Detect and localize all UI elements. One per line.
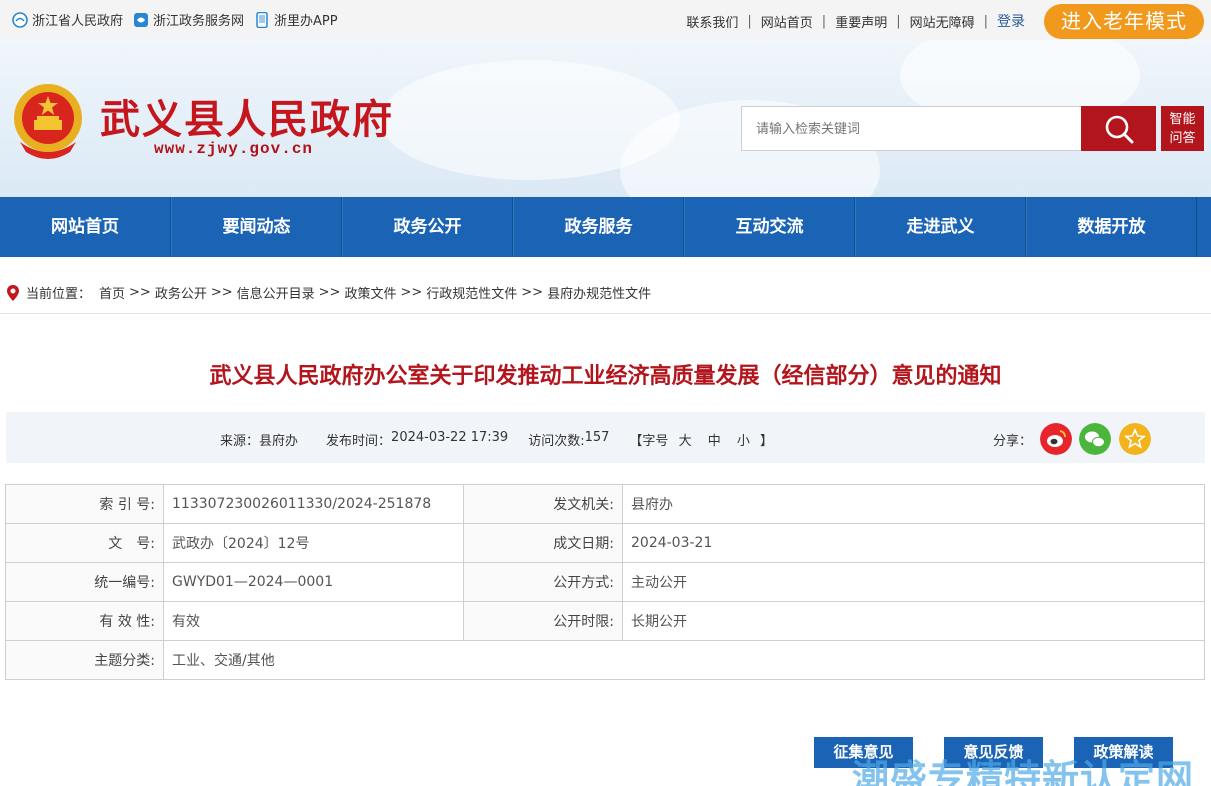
breadcrumb-item-home[interactable]: 首页 <box>99 283 125 302</box>
article-meta-bar: 来源： 县府办 发布时间： 2024-03-22 17:39 访问次数: 157… <box>6 412 1205 463</box>
site-title: 武义县人民政府 <box>100 96 394 143</box>
share-label: 分享： <box>993 434 1033 449</box>
font-size-control: 【字号 大 中 小 】 <box>629 430 773 449</box>
breadcrumb-item-normative[interactable]: 行政规范性文件 <box>426 283 517 302</box>
link-contact[interactable]: 联系我们 <box>686 12 738 31</box>
breadcrumb-item-policy[interactable]: 政策文件 <box>344 283 396 302</box>
separator: | <box>747 13 752 29</box>
uid-value: GWYD01—2024—0001 <box>163 562 464 602</box>
visits-value: 157 <box>584 430 610 445</box>
breadcrumb-separator: >> <box>521 285 544 300</box>
national-emblem-icon <box>14 84 82 159</box>
article-title: 武义县人民政府办公室关于印发推动工业经济高质量发展（经信部分）意见的通知 <box>209 364 1002 389</box>
link-zlb-app[interactable]: 浙里办APP <box>254 10 338 29</box>
search-button[interactable] <box>1081 106 1156 151</box>
nav-about-wuyi[interactable]: 走进武义 <box>855 197 1026 257</box>
publish-time-value: 2024-03-22 17:39 <box>391 430 509 445</box>
breadcrumb-item-catalog[interactable]: 信息公开目录 <box>237 283 315 302</box>
watermark-text: 潮盛专精特新认定网 <box>852 757 1194 786</box>
link-zlb-app-label: 浙里办APP <box>274 14 338 29</box>
wechat-share-icon[interactable] <box>1079 423 1111 455</box>
publish-time-label: 发布时间： <box>326 434 392 449</box>
font-size-small-button[interactable]: 小 <box>737 434 750 449</box>
top-links-left: 浙江省人民政府 浙江政务服务网 浙里办APP <box>12 10 348 29</box>
breadcrumb-separator: >> <box>129 285 151 300</box>
table-row: 主题分类: 工业、交通/其他 <box>5 640 1205 680</box>
index-value: 113307230026011330/2024-251878 <box>163 484 464 524</box>
login-link[interactable]: 登录 <box>997 11 1025 31</box>
site-header: 武义县人民政府 www.zjwy.gov.cn 智能 问答 <box>0 40 1211 197</box>
topic-label: 主题分类: <box>5 640 164 680</box>
table-row: 索 引 号: 113307230026011330/2024-251878 发文… <box>5 484 1205 524</box>
nav-home[interactable]: 网站首页 <box>0 197 171 257</box>
table-row: 统一编号: GWYD01—2024—0001 公开方式: 主动公开 <box>5 562 1205 602</box>
font-size-open: 【字号 <box>629 434 669 449</box>
ai-qa-button[interactable]: 智能 问答 <box>1161 106 1204 151</box>
breadcrumb-item-county-office[interactable]: 县府办规范性文件 <box>547 283 651 302</box>
table-row: 有 效 性: 有效 公开时限: 长期公开 <box>5 601 1205 641</box>
nav-gov-affairs-open[interactable]: 政务公开 <box>342 197 513 257</box>
validity-value: 有效 <box>163 601 464 641</box>
breadcrumb-label: 当前位置： <box>26 287 92 302</box>
link-accessibility[interactable]: 网站无障碍 <box>910 12 975 31</box>
font-size-medium-button[interactable]: 中 <box>708 434 721 449</box>
document-info-table: 索 引 号: 113307230026011330/2024-251878 发文… <box>5 484 1205 680</box>
link-zwfw-label: 浙江政务服务网 <box>153 14 245 29</box>
open-mode-value: 主动公开 <box>622 562 1205 602</box>
doc-number-label: 文 号: <box>5 523 164 563</box>
issuer-value: 县府办 <box>622 484 1205 524</box>
favorite-star-icon[interactable] <box>1119 423 1151 455</box>
uid-label: 统一编号: <box>5 562 164 602</box>
elder-mode-button[interactable]: 进入老年模式 <box>1044 4 1204 39</box>
link-statement[interactable]: 重要声明 <box>835 12 887 31</box>
separator: | <box>821 13 827 29</box>
top-bar: 浙江省人民政府 浙江政务服务网 浙里办APP 联系我们 | 网站首页 | 重要声… <box>0 0 1211 40</box>
open-term-value: 长期公开 <box>622 601 1205 641</box>
zwfw-icon <box>134 12 149 27</box>
issuer-label: 发文机关: <box>463 484 623 524</box>
breadcrumb-separator: >> <box>400 285 423 300</box>
site-url: www.zjwy.gov.cn <box>154 140 314 158</box>
zhejiang-emblem-icon <box>12 11 28 28</box>
weibo-share-icon[interactable] <box>1040 423 1072 455</box>
nav-news[interactable]: 要闻动态 <box>171 197 342 257</box>
link-home[interactable]: 网站首页 <box>761 12 813 31</box>
article-meta: 来源： 县府办 发布时间： 2024-03-22 17:39 访问次数: 157… <box>220 430 773 449</box>
nav-open-data[interactable]: 数据开放 <box>1026 197 1197 257</box>
link-zhejiang-gov-label: 浙江省人民政府 <box>32 14 124 29</box>
ai-qa-line1: 智能 <box>1169 112 1196 127</box>
written-date-value: 2024-03-21 <box>622 523 1205 563</box>
open-term-label: 公开时限: <box>463 601 623 641</box>
open-mode-label: 公开方式: <box>463 562 623 602</box>
breadcrumb-separator: >> <box>210 285 233 300</box>
search-icon <box>1105 115 1134 144</box>
index-label: 索 引 号: <box>5 484 164 524</box>
link-zwfw[interactable]: 浙江政务服务网 <box>133 10 244 29</box>
breadcrumb: 当前位置： 首页 >> 政务公开 >> 信息公开目录 >> 政策文件 >> 行政… <box>6 283 651 302</box>
main-nav: 网站首页 要闻动态 政务公开 政务服务 互动交流 走进武义 数据开放 <box>0 197 1211 257</box>
source-label: 来源： <box>220 434 260 449</box>
breadcrumb-item-gov-open[interactable]: 政务公开 <box>155 283 207 302</box>
divider <box>0 313 1211 314</box>
separator: | <box>983 13 988 29</box>
link-zhejiang-gov[interactable]: 浙江省人民政府 <box>12 10 123 29</box>
font-size-large-button[interactable]: 大 <box>679 434 692 449</box>
nav-gov-services[interactable]: 政务服务 <box>513 197 684 257</box>
visits-label: 访问次数: <box>528 434 585 449</box>
breadcrumb-separator: >> <box>318 285 341 300</box>
mobile-app-icon <box>256 11 268 28</box>
top-links-right: 联系我们 | 网站首页 | 重要声明 | 网站无障碍 | 登录 <box>686 11 1025 31</box>
table-row: 文 号: 武政办〔2024〕12号 成文日期: 2024-03-21 <box>5 523 1205 563</box>
nav-interaction[interactable]: 互动交流 <box>684 197 855 257</box>
separator: | <box>896 13 901 29</box>
ai-qa-line2: 问答 <box>1169 131 1196 146</box>
topic-value: 工业、交通/其他 <box>163 640 1205 680</box>
location-pin-icon <box>7 284 19 301</box>
written-date-label: 成文日期: <box>463 523 623 563</box>
doc-number-value: 武政办〔2024〕12号 <box>163 523 464 563</box>
font-size-close: 】 <box>760 434 774 449</box>
validity-label: 有 效 性: <box>5 601 164 641</box>
source-value: 县府办 <box>259 434 299 449</box>
search-input[interactable] <box>741 106 1082 151</box>
